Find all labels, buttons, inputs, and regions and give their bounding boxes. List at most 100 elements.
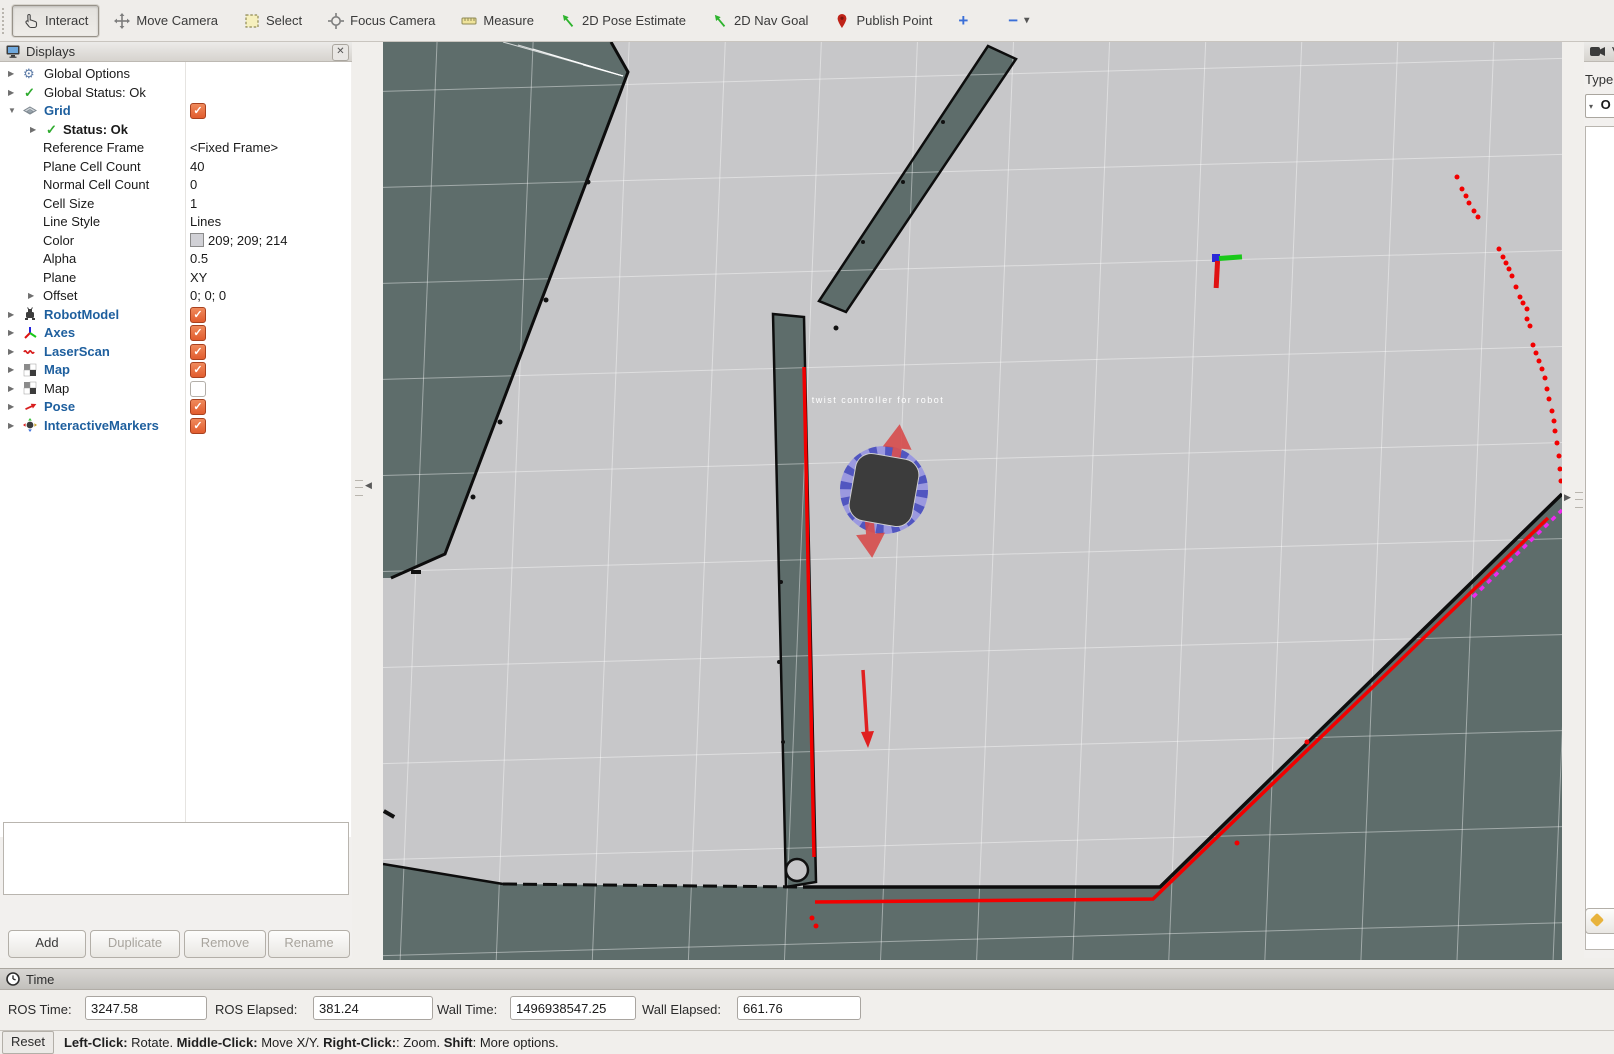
property-value[interactable]: 209; 209; 214 (190, 231, 288, 250)
render-viewport[interactable]: twist controller for robot (383, 42, 1562, 960)
tool-focus-camera[interactable]: Focus Camera (317, 5, 446, 37)
focus-crosshair-icon (328, 13, 344, 29)
expander-icon[interactable]: ▶ (8, 416, 14, 435)
views-type-dropdown[interactable]: ▾ O (1585, 94, 1614, 118)
tree-row-color[interactable]: Color 209; 209; 214 (0, 231, 351, 250)
property-value[interactable]: 0.5 (190, 249, 208, 268)
reset-button[interactable]: Reset (2, 1031, 54, 1054)
tool-2d-pose-estimate[interactable]: 2D Pose Estimate (549, 5, 697, 37)
remove-display-button[interactable]: Remove (184, 930, 266, 958)
grid-checkbox[interactable]: ✓ (190, 103, 206, 119)
views-list[interactable] (1585, 126, 1614, 950)
collapse-left-icon[interactable]: ◀ (365, 480, 372, 491)
duplicate-display-button[interactable]: Duplicate (90, 930, 180, 958)
wall-elapsed-field[interactable] (737, 996, 861, 1020)
interactive-markers-icon (23, 418, 37, 432)
property-label: Normal Cell Count (43, 175, 149, 194)
expander-icon[interactable]: ▶ (8, 360, 14, 379)
rename-display-button[interactable]: Rename (268, 930, 350, 958)
map2-checkbox[interactable] (190, 381, 206, 397)
property-value[interactable]: 0 (190, 175, 197, 194)
property-value[interactable]: Lines (190, 212, 221, 231)
tree-row-axes[interactable]: ▶ Axes ✓ (0, 323, 351, 342)
tree-row-pose[interactable]: ▶ Pose ✓ (0, 397, 351, 416)
tree-row-line-style[interactable]: Line Style Lines (0, 212, 351, 231)
tree-row-normal-cell-count[interactable]: Normal Cell Count 0 (0, 175, 351, 194)
move-arrows-icon (114, 13, 130, 29)
axes-checkbox[interactable]: ✓ (190, 325, 206, 341)
tree-row-alpha[interactable]: Alpha 0.5 (0, 249, 351, 268)
time-panel-header[interactable]: Time (0, 968, 1614, 990)
expander-icon[interactable]: ▶ (8, 342, 14, 361)
tree-row-plane[interactable]: Plane XY (0, 268, 351, 287)
splitter-grip[interactable] (1575, 492, 1583, 508)
property-value[interactable]: 1 (190, 194, 197, 213)
close-icon[interactable]: ✕ (332, 44, 349, 61)
tree-row-laserscan[interactable]: ▶ LaserScan ✓ (0, 342, 351, 361)
property-value[interactable]: 0; 0; 0 (190, 286, 226, 305)
expander-icon[interactable]: ▶ (8, 64, 14, 83)
left-splitter-gutter[interactable]: ◀ (352, 42, 383, 958)
add-display-button[interactable]: Add (8, 930, 86, 958)
expander-icon[interactable]: ▼ (8, 101, 16, 120)
property-value[interactable]: 40 (190, 157, 204, 176)
axes-icon (23, 326, 37, 340)
map-pillar (786, 859, 808, 881)
add-tool-button[interactable]: + (947, 5, 979, 37)
robot-model-icon (23, 307, 37, 321)
tree-row-grid[interactable]: ▼ Grid ✓ (0, 101, 351, 120)
expander-icon[interactable]: ▶ (8, 379, 14, 398)
laserscan-checkbox[interactable]: ✓ (190, 344, 206, 360)
expander-icon[interactable]: ▶ (8, 305, 14, 324)
collapse-right-icon[interactable]: ▶ (1564, 492, 1571, 503)
expander-icon[interactable]: ▶ (8, 83, 14, 102)
chevron-down-icon: ▾ (1589, 102, 1593, 111)
expander-icon[interactable]: ▶ (8, 323, 14, 342)
pose-checkbox[interactable]: ✓ (190, 399, 206, 415)
tool-measure[interactable]: Measure (450, 5, 545, 37)
tool-select[interactable]: Select (233, 5, 313, 37)
tool-menu-caret-icon[interactable]: ▾ (1024, 15, 1029, 26)
tree-row-map-1[interactable]: ▶ Map ✓ (0, 360, 351, 379)
tree-row-global-options[interactable]: ▶ ⚙ Global Options (0, 64, 351, 83)
displays-tree[interactable]: ▶ ⚙ Global Options ▶ ✓ Global Status: Ok… (0, 62, 351, 837)
plus-icon: + (958, 11, 968, 31)
tree-row-reference-frame[interactable]: Reference Frame <Fixed Frame> (0, 138, 351, 157)
remove-tool-button[interactable]: − ▾ (997, 5, 1040, 37)
splitter-grip[interactable] (355, 480, 363, 496)
property-label: Cell Size (43, 194, 94, 213)
right-splitter-gutter[interactable]: ▶ (1562, 42, 1584, 958)
map1-checkbox[interactable]: ✓ (190, 362, 206, 378)
tool-2d-nav-goal[interactable]: 2D Nav Goal (701, 5, 819, 37)
expander-icon[interactable]: ▶ (30, 120, 36, 139)
robot-body[interactable] (847, 451, 922, 529)
tool-move-camera[interactable]: Move Camera (103, 5, 229, 37)
interactivemarkers-checkbox[interactable]: ✓ (190, 418, 206, 434)
wall-time-field[interactable] (510, 996, 636, 1020)
property-value[interactable]: <Fixed Frame> (190, 138, 278, 157)
tree-row-grid-status[interactable]: ▶ ✓ Status: Ok (0, 120, 351, 139)
tree-row-interactivemarkers[interactable]: ▶ InteractiveMarkers ✓ (0, 416, 351, 435)
tree-row-robotmodel[interactable]: ▶ RobotModel ✓ (0, 305, 351, 324)
views-partial-button[interactable] (1585, 908, 1614, 934)
tree-row-plane-cell-count[interactable]: Plane Cell Count 40 (0, 157, 351, 176)
views-panel: V Type ▾ O (1584, 42, 1614, 958)
tree-row-global-status[interactable]: ▶ ✓ Global Status: Ok (0, 83, 351, 102)
property-value[interactable]: XY (190, 268, 207, 287)
views-panel-title[interactable]: V (1584, 42, 1614, 62)
expander-icon[interactable]: ▶ (8, 397, 14, 416)
toolbar-grip[interactable] (2, 8, 8, 34)
tool-publish-point[interactable]: Publish Point (823, 5, 943, 37)
tree-row-map-2[interactable]: ▶ Map (0, 379, 351, 398)
displays-panel-title[interactable]: Displays ✕ (0, 42, 352, 62)
tree-row-offset[interactable]: ▶ Offset 0; 0; 0 (0, 286, 351, 305)
ros-time-field[interactable] (85, 996, 207, 1020)
status-ok-check-icon: ✓ (46, 120, 60, 134)
expander-icon[interactable]: ▶ (28, 286, 34, 305)
tree-row-cell-size[interactable]: Cell Size 1 (0, 194, 351, 213)
ros-elapsed-field[interactable] (313, 996, 433, 1020)
robotmodel-checkbox[interactable]: ✓ (190, 307, 206, 323)
row-label: InteractiveMarkers (44, 416, 159, 435)
map-3d-view[interactable]: twist controller for robot (383, 42, 1562, 960)
tool-interact[interactable]: Interact (12, 5, 99, 37)
